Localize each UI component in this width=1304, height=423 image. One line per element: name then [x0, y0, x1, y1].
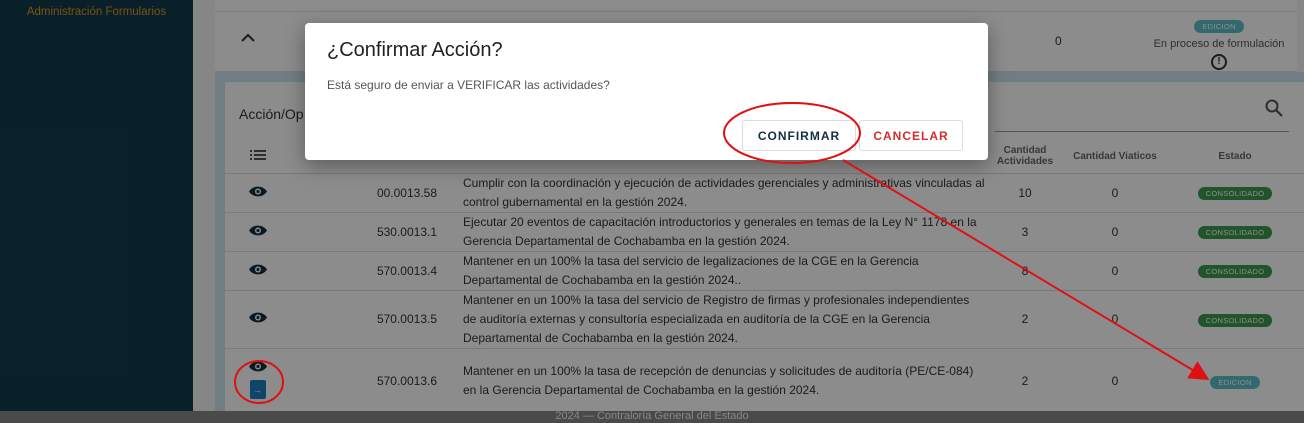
cancel-button[interactable]: CANCELAR	[859, 120, 963, 151]
dialog-message: Está seguro de enviar a VERIFICAR las ac…	[327, 78, 610, 92]
footer: 2024 — Contraloría General del Estado	[0, 411, 1304, 423]
confirm-button[interactable]: CONFIRMAR	[742, 120, 856, 151]
confirm-dialog: ¿Confirmar Acción? Está seguro de enviar…	[305, 23, 988, 160]
dialog-title: ¿Confirmar Acción?	[327, 39, 503, 61]
